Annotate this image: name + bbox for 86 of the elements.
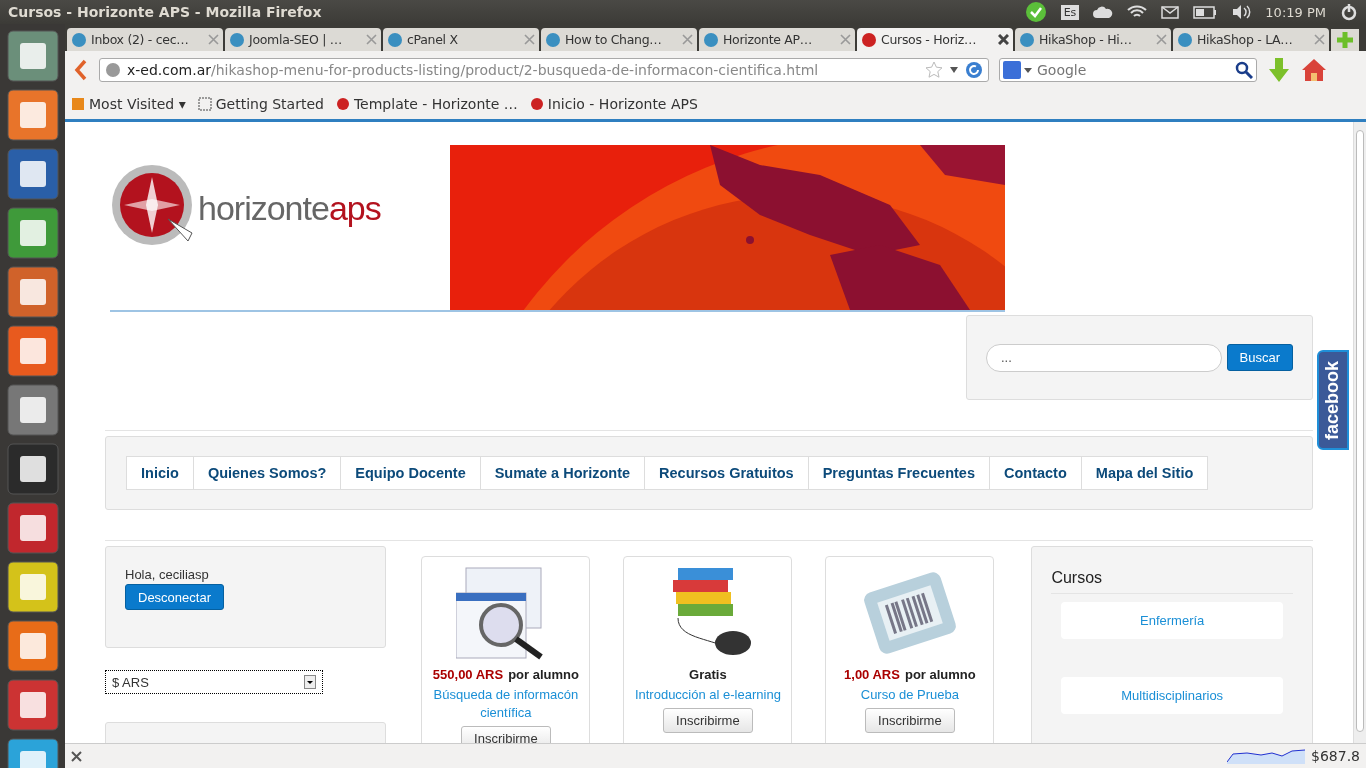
- panel-heading: Cursos: [1051, 569, 1293, 594]
- enroll-button[interactable]: Inscribirme: [865, 708, 955, 733]
- price-text: 550,00 ARS por alumno: [432, 667, 579, 682]
- app-launcher-icon[interactable]: [6, 384, 59, 436]
- window-title: Cursos - Horizonte APS - Mozilla Firefox: [8, 4, 323, 20]
- page-icon: [197, 96, 212, 111]
- menu-item[interactable]: Quienes Somos?: [193, 457, 342, 489]
- search-field[interactable]: ...: [986, 343, 1222, 372]
- course-link[interactable]: Enfermería: [1061, 602, 1283, 639]
- browser-tab[interactable]: How to Chang…: [541, 28, 697, 51]
- app-launcher-icon[interactable]: [6, 207, 59, 259]
- bookmark-icon: [335, 96, 350, 111]
- app-launcher-icon[interactable]: [6, 679, 59, 731]
- product-link[interactable]: Curso de Prueba: [860, 686, 960, 704]
- battery-icon[interactable]: [1193, 5, 1218, 19]
- sparkline-icon: [1227, 748, 1305, 764]
- close-icon[interactable]: [71, 750, 82, 762]
- check-icon[interactable]: [1024, 1, 1047, 23]
- product-link[interactable]: Búsqueda de informacón científica: [430, 686, 582, 722]
- scrollbar[interactable]: [1353, 122, 1366, 743]
- browser-tab[interactable]: Cursos - Horiz…: [857, 28, 1013, 51]
- bookmark-icon: [529, 96, 544, 111]
- power-icon[interactable]: [1340, 3, 1358, 21]
- browser-tab[interactable]: Horizonte AP…: [699, 28, 855, 51]
- bookmark-item[interactable]: Inicio - Horizonte APS: [529, 95, 698, 112]
- price-text: 1,00 ARS por alumno: [844, 667, 976, 682]
- favicon-icon: [703, 31, 719, 48]
- reload-icon[interactable]: [965, 60, 983, 79]
- favicon-icon: [1019, 31, 1035, 48]
- menu-item[interactable]: Sumate a Horizonte: [480, 457, 646, 489]
- keyboard-layout-indicator[interactable]: Es: [1060, 4, 1080, 20]
- menu-item[interactable]: Contacto: [989, 457, 1082, 489]
- browser-tab[interactable]: HikaShop - LA…: [1173, 28, 1329, 51]
- price-text: Gratis: [689, 667, 727, 682]
- app-launcher-icon[interactable]: [6, 148, 59, 200]
- caret-icon[interactable]: [949, 65, 959, 74]
- clock[interactable]: 10:19 PM: [1265, 4, 1326, 20]
- app-launcher-icon[interactable]: [6, 502, 59, 554]
- logout-button[interactable]: Desconectar: [125, 584, 224, 610]
- app-launcher-icon[interactable]: [6, 30, 59, 82]
- enroll-button[interactable]: Inscribirme: [663, 708, 753, 733]
- menu-item[interactable]: Preguntas Frecuentes: [808, 457, 990, 489]
- favicon-icon: [545, 31, 561, 48]
- app-launcher-icon[interactable]: [6, 620, 59, 672]
- greeting-text: Hola, ceciliasp: [125, 567, 209, 582]
- search-engine-icon[interactable]: [1003, 60, 1033, 79]
- search-icon[interactable]: [1235, 60, 1253, 79]
- home-icon[interactable]: [1301, 57, 1327, 82]
- favicon-icon: [229, 31, 245, 48]
- app-launcher-icon[interactable]: [6, 325, 59, 377]
- cloud-icon[interactable]: [1093, 5, 1114, 19]
- app-launcher-icon[interactable]: [6, 89, 59, 141]
- price-reading: $687.8: [1311, 748, 1360, 764]
- product-link[interactable]: Introducción al e-learning: [634, 686, 781, 704]
- close-icon[interactable]: [998, 34, 1009, 45]
- browser-tab[interactable]: Joomla-SEO | …: [225, 28, 381, 51]
- bookmark-item[interactable]: Getting Started: [197, 95, 324, 112]
- favicon-icon: [861, 31, 877, 48]
- menu-item[interactable]: Inicio: [127, 457, 194, 489]
- bookmark-item[interactable]: Template - Horizonte …: [335, 95, 518, 112]
- browser-tab[interactable]: HikaShop - Hi…: [1015, 28, 1171, 51]
- menu-item[interactable]: Mapa del Sitio: [1081, 457, 1208, 489]
- favicon-icon: [387, 31, 403, 48]
- browser-tab[interactable]: cPanel X: [383, 28, 539, 51]
- favicon-icon: [1177, 31, 1193, 48]
- star-icon[interactable]: [925, 60, 943, 79]
- enroll-button[interactable]: Inscribirme: [461, 726, 551, 743]
- back-icon[interactable]: [73, 58, 89, 81]
- bookmark-item[interactable]: Most Visited ▾: [71, 95, 186, 112]
- app-launcher-icon[interactable]: [6, 266, 59, 318]
- app-launcher-icon[interactable]: [6, 443, 59, 495]
- browser-tab[interactable]: Inbox (2) - cec…: [67, 28, 223, 51]
- menu-item[interactable]: Recursos Gratuitos: [645, 457, 809, 489]
- mail-icon[interactable]: [1161, 5, 1180, 19]
- menu-item[interactable]: Equipo Docente: [341, 457, 481, 489]
- search-bar[interactable]: Google: [999, 57, 1257, 82]
- address-bar[interactable]: x-ed.com.ar/hikashop-menu-for-products-listing/product/2-busqueda-de-informacon-cientifica.html: [99, 57, 989, 82]
- search-button[interactable]: Buscar: [1226, 344, 1293, 371]
- bookmark-icon: [71, 96, 85, 111]
- currency-select[interactable]: $ ARS: [105, 670, 323, 694]
- course-link[interactable]: Multidisciplinarios: [1061, 677, 1283, 714]
- favicon-icon: [71, 31, 87, 48]
- volume-icon[interactable]: [1231, 4, 1252, 20]
- app-launcher-icon[interactable]: [6, 561, 59, 613]
- logo-text: horizonteaps: [198, 188, 381, 228]
- facebook-tab[interactable]: facebook: [1317, 350, 1349, 450]
